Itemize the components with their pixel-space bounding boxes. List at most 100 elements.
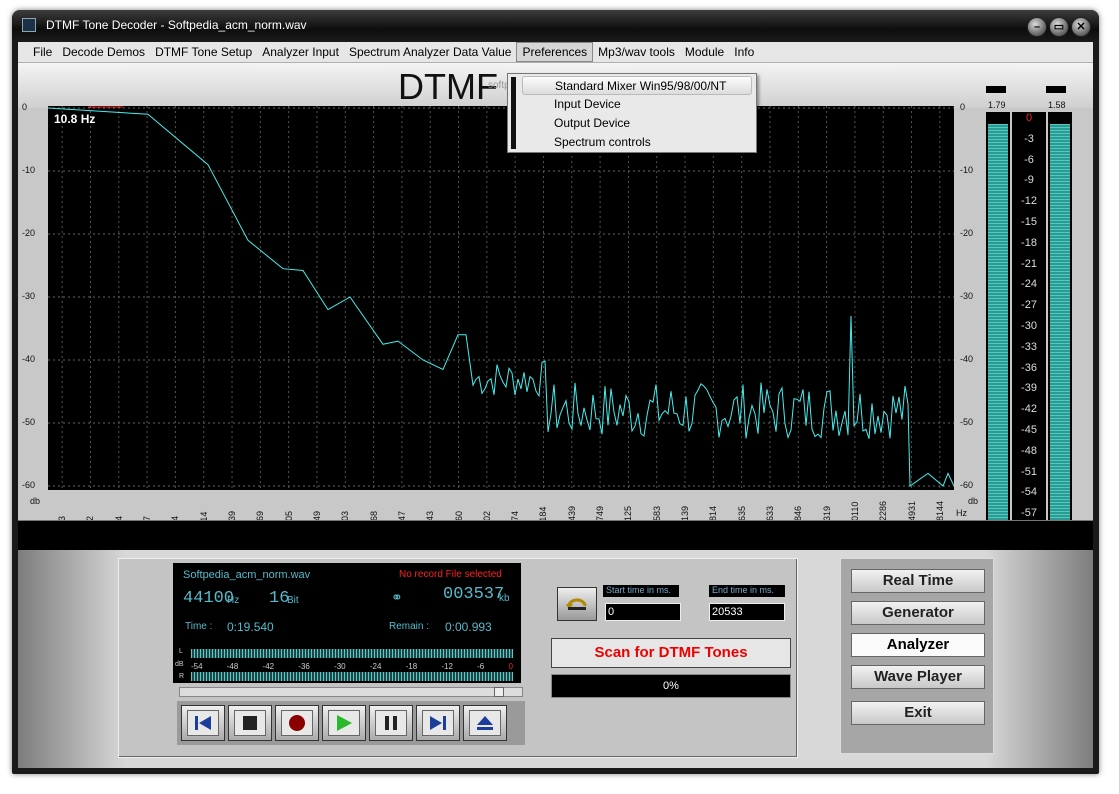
client-area: File Decode Demos DTMF Tone Setup Analyz… bbox=[18, 42, 1093, 768]
vu-scale-label: -27 bbox=[1021, 299, 1037, 312]
transport-controls bbox=[177, 701, 525, 745]
record-status: No record File selected bbox=[399, 569, 502, 580]
slider-thumb[interactable] bbox=[493, 687, 504, 697]
scan-dtmf-button[interactable]: Scan for DTMF Tones bbox=[551, 638, 791, 668]
page-title: DTMF bbox=[398, 66, 498, 107]
file-size: 003537 bbox=[443, 585, 505, 604]
stop-button[interactable] bbox=[228, 705, 272, 741]
eject-button[interactable] bbox=[463, 705, 507, 741]
y-axis-right: 0 -10 -20 -30 -40 -50 -60 bbox=[954, 102, 984, 496]
meter-scale-label: -24 bbox=[369, 662, 382, 671]
time-label: Time : bbox=[185, 621, 213, 632]
meter-left bbox=[191, 649, 513, 658]
menu-output-device[interactable]: Output Device bbox=[522, 114, 752, 133]
wave-player-button[interactable]: Wave Player bbox=[851, 665, 985, 689]
menu-spectrum-analyzer-data-value[interactable]: Spectrum Analyzer Data Value bbox=[344, 43, 517, 61]
vu-scale-label: -48 bbox=[1021, 444, 1037, 457]
wave-player-panel: Softpedia_acm_norm.wav No record File se… bbox=[118, 558, 798, 758]
time-value: 0:19.540 bbox=[227, 620, 274, 634]
menu-spectrum-controls[interactable]: Spectrum controls bbox=[522, 133, 752, 152]
dropdown-strip bbox=[511, 77, 516, 149]
menu-preferences[interactable]: Preferences bbox=[516, 42, 594, 62]
vu-scale-label: -6 bbox=[1024, 153, 1034, 166]
vu-scale-label: -24 bbox=[1021, 278, 1037, 291]
scan-progress: 0% bbox=[551, 674, 791, 698]
end-time-input[interactable] bbox=[709, 603, 785, 621]
generator-button[interactable]: Generator bbox=[851, 601, 985, 625]
vu-scale-label: -12 bbox=[1021, 195, 1037, 208]
menu-module[interactable]: Module bbox=[680, 43, 729, 61]
menu-info[interactable]: Info bbox=[729, 43, 759, 61]
y-tick-label: -60 bbox=[960, 480, 974, 490]
y-tick-label: -60 bbox=[22, 480, 36, 490]
minimize-button[interactable]: – bbox=[1027, 17, 1047, 37]
vu-scale-label: -51 bbox=[1021, 465, 1037, 478]
vu-scale-label: -36 bbox=[1021, 361, 1037, 374]
vu-scale-label: -42 bbox=[1021, 403, 1037, 416]
meter-scale: -54 -48 -42 -36 -30 -24 -18 -12 -6 0 bbox=[191, 662, 513, 671]
vu-scale-label: -30 bbox=[1021, 320, 1037, 332]
menu-standard-mixer[interactable]: Standard Mixer Win95/98/00/NT bbox=[522, 76, 752, 95]
skip-forward-button[interactable] bbox=[416, 705, 460, 741]
menu-input-device[interactable]: Input Device bbox=[522, 95, 752, 114]
y-tick-label: -50 bbox=[960, 417, 974, 427]
y-tick-label: -20 bbox=[22, 228, 36, 238]
y-tick-label: -40 bbox=[960, 354, 974, 364]
play-icon bbox=[337, 715, 352, 731]
vu-left-fill bbox=[988, 124, 1008, 526]
meter-scale-label: -12 bbox=[441, 662, 453, 671]
bottom-panel: Softpedia_acm_norm.wav No record File se… bbox=[18, 550, 1093, 768]
y-tick-label: -30 bbox=[22, 291, 36, 301]
remain-label: Remain : bbox=[389, 621, 430, 632]
scan-controls: Start time in ms. End time in ms. Scan f… bbox=[547, 575, 797, 705]
y-tick-label: -10 bbox=[960, 165, 974, 175]
record-icon bbox=[289, 715, 305, 731]
meter-scale-label: -6 bbox=[477, 662, 485, 671]
vu-scale-label: 0 bbox=[1025, 112, 1033, 124]
window-title: DTMF Tone Decoder - Softpedia_acm_norm.w… bbox=[46, 18, 307, 32]
exit-button[interactable]: Exit bbox=[851, 701, 985, 725]
app-icon bbox=[22, 18, 36, 32]
skip-back-button[interactable] bbox=[181, 705, 225, 741]
skip-back-icon bbox=[195, 716, 211, 730]
vu-left-value: 1.79 bbox=[988, 100, 1006, 110]
preferences-dropdown: Standard Mixer Win95/98/00/NT Input Devi… bbox=[507, 73, 757, 153]
vu-scale-label: -3 bbox=[1024, 132, 1034, 145]
loop-button[interactable] bbox=[557, 587, 597, 621]
meter-r-label: R bbox=[179, 673, 185, 680]
menu-dtmf-tone-setup[interactable]: DTMF Tone Setup bbox=[150, 43, 257, 61]
title-bar[interactable]: DTMF Tone Decoder - Softpedia_acm_norm.w… bbox=[12, 10, 1099, 42]
stop-icon bbox=[243, 716, 257, 730]
pause-button[interactable] bbox=[369, 705, 413, 741]
vu-left-led bbox=[986, 86, 1006, 93]
maximize-button[interactable]: ▭ bbox=[1049, 17, 1069, 37]
bit-depth-unit: Bit bbox=[287, 595, 299, 606]
menu-mp3-wav-tools[interactable]: Mp3/wav tools bbox=[593, 43, 680, 61]
vu-right-fill bbox=[1050, 124, 1070, 526]
menu-analyzer-input[interactable]: Analyzer Input bbox=[257, 43, 344, 61]
record-button[interactable] bbox=[275, 705, 319, 741]
meter-scale-label: -48 bbox=[226, 662, 239, 671]
play-button[interactable] bbox=[322, 705, 366, 741]
close-button[interactable]: ✕ bbox=[1071, 17, 1091, 37]
vu-scale-label: -39 bbox=[1021, 382, 1037, 395]
start-time-label: Start time in ms. bbox=[603, 585, 679, 597]
player-display: Softpedia_acm_norm.wav No record File se… bbox=[173, 563, 521, 683]
menu-file[interactable]: File bbox=[28, 43, 57, 61]
y-tick-label: -10 bbox=[22, 165, 36, 175]
analyzer-button[interactable]: Analyzer bbox=[851, 633, 985, 657]
vu-scale-label: -45 bbox=[1021, 424, 1037, 436]
vu-left-meter bbox=[986, 112, 1010, 526]
position-slider[interactable] bbox=[179, 687, 523, 697]
player-filename: Softpedia_acm_norm.wav bbox=[183, 569, 311, 581]
menu-decode-demos[interactable]: Decode Demos bbox=[57, 43, 150, 61]
file-size-unit: kb bbox=[499, 593, 510, 604]
y-unit-left: db bbox=[30, 496, 41, 506]
meter-db-label: dB bbox=[175, 661, 184, 668]
real-time-button[interactable]: Real Time bbox=[851, 569, 985, 593]
eject-icon bbox=[477, 716, 493, 730]
vu-scale-label: -9 bbox=[1024, 174, 1034, 187]
vu-right-value: 1.58 bbox=[1048, 100, 1066, 110]
start-time-input[interactable] bbox=[605, 603, 681, 621]
spectrum-graph[interactable]: 10.8 Hz bbox=[48, 106, 954, 490]
